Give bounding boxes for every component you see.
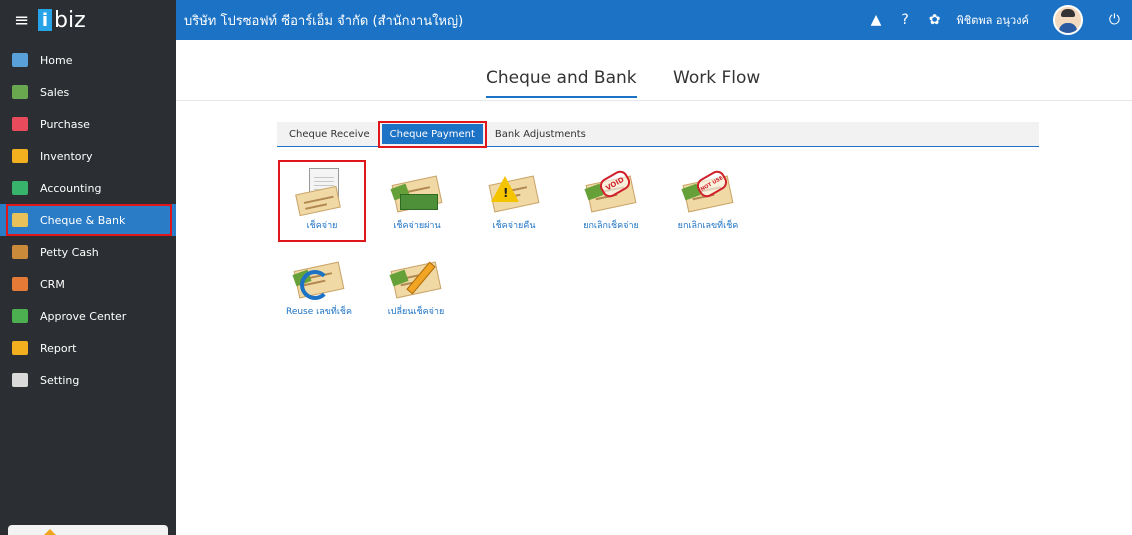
ledger-icon [12,181,28,195]
tile-label: ยกเลิกเช็คจ่าย [583,221,639,231]
sidebar-item-label: Report [40,341,77,355]
sidebar-item-label: Cheque & Bank [40,213,126,227]
sidebar-item-label: Setting [40,373,80,387]
sidebar-item-purchase[interactable]: Purchase [0,108,176,140]
box-icon [12,149,28,163]
tile-cancel-cheque-number[interactable]: NOT USE ยกเลิกเลขที่เช็ค [666,167,750,232]
main-tabs: Cheque and Bank Work Flow [176,40,1132,101]
bell-icon[interactable]: ▲ [871,12,882,28]
gear-icon[interactable]: ✿ [929,12,941,28]
user-name[interactable]: พิชิตพล อนุวงค์ [957,11,1029,29]
sidebar-item-crm[interactable]: CRM [0,268,176,300]
cheque-warning-icon: ! [488,168,540,213]
logo-i-mark: i [38,9,52,31]
wallet-icon [12,245,28,259]
tile-label: Reuse เลขที่เช็ค [285,307,353,317]
cheque-cash-icon [390,168,443,213]
logo-bar: ≡ i biz [0,0,176,40]
top-bar: บริษัท โปรซอฟท์ ซีอาร์เอ็ม จำกัด (สำนักง… [176,0,1132,40]
tools-icon [12,373,28,387]
sidebar-item-home[interactable]: Home [0,44,176,76]
sidebar-menu: Home Sales Purchase Inventory Accounting Cheq… [0,44,176,396]
logo-text: biz [54,7,86,33]
sidebar-item-label: Approve Center [40,309,127,323]
bank-icon [12,213,28,227]
sidebar-item-label: Purchase [40,117,90,131]
tab-bank-adjustments[interactable]: Bank Adjustments [487,122,594,146]
tile-label: เช็คจ่ายผ่าน [393,221,441,231]
sidebar-item-petty-cash[interactable]: Petty Cash [0,236,176,268]
company-name[interactable]: บริษัท โปรซอฟท์ ซีอาร์เอ็ม จำกัด (สำนักง… [184,10,463,31]
sidebar: ≡ i biz Home Sales Purchase Inventory Accoun… [0,0,176,535]
tile-label: เปลี่ยนเช็คจ่าย [387,307,445,317]
cheque-notuse-icon: NOT USE [681,167,734,213]
sidebar-bottom-panel [8,525,168,535]
report-icon [12,341,28,355]
power-icon[interactable]: ⏻ [1109,12,1120,28]
tile-label: เช็คจ่าย [306,221,338,231]
help-icon[interactable]: ? [901,12,908,28]
home-icon [12,53,28,67]
cheque-document-icon [295,168,347,217]
app-logo[interactable]: i biz [38,8,86,33]
sales-icon [12,85,28,99]
tile-change-cheque-payment[interactable]: เปลี่ยนเช็คจ่าย [374,254,458,318]
tile-cancel-cheque-payment[interactable]: VOID ยกเลิกเช็คจ่าย [569,167,653,232]
sidebar-item-label: Accounting [40,181,102,195]
sidebar-item-label: Petty Cash [40,245,99,259]
tab-cheque-payment[interactable]: Cheque Payment [377,121,488,148]
sidebar-item-accounting[interactable]: Accounting [0,172,176,204]
tab-cheque-and-bank[interactable]: Cheque and Bank [486,68,637,98]
top-actions: ▲ ? ✿ พิชิตพล อนุวงค์ ⏻ [861,0,1132,40]
sidebar-item-sales[interactable]: Sales [0,76,176,108]
sidebar-item-label: Home [40,53,73,67]
sidebar-item-label: Inventory [40,149,93,163]
cart-icon [12,117,28,131]
sub-tabs: Cheque Receive Cheque Payment Bank Adjus… [277,121,1039,148]
tab-work-flow[interactable]: Work Flow [673,68,760,88]
cheque-edit-icon [389,254,442,299]
tab-cheque-receive[interactable]: Cheque Receive [281,122,378,146]
sidebar-item-setting[interactable]: Setting [0,364,176,396]
cheque-void-icon: VOID [584,167,637,213]
cheque-reuse-icon [292,254,345,300]
sidebar-item-label: Sales [40,85,70,99]
tile-label: ยกเลิกเลขที่เช็ค [677,221,739,231]
sidebar-item-report[interactable]: Report [0,332,176,364]
sidebar-item-label: CRM [40,277,65,291]
people-icon [12,277,28,291]
sidebar-item-inventory[interactable]: Inventory [0,140,176,172]
warning-icon [44,529,56,535]
sidebar-item-approve-center[interactable]: Approve Center [0,300,176,332]
tile-cheque-payment[interactable]: เช็คจ่าย [278,160,366,242]
tile-label: เช็คจ่ายคืน [492,221,536,231]
hamburger-menu-icon[interactable]: ≡ [14,10,32,31]
tile-cheque-returned[interactable]: ! เช็คจ่ายคืน [472,168,556,232]
sidebar-item-cheque-bank[interactable]: Cheque & Bank [0,204,176,236]
avatar[interactable] [1052,5,1083,35]
tile-cheque-passed[interactable]: เช็คจ่ายผ่าน [375,168,459,232]
check-circle-icon [12,309,28,323]
tile-reuse-cheque-number[interactable]: Reuse เลขที่เช็ค [277,254,361,318]
